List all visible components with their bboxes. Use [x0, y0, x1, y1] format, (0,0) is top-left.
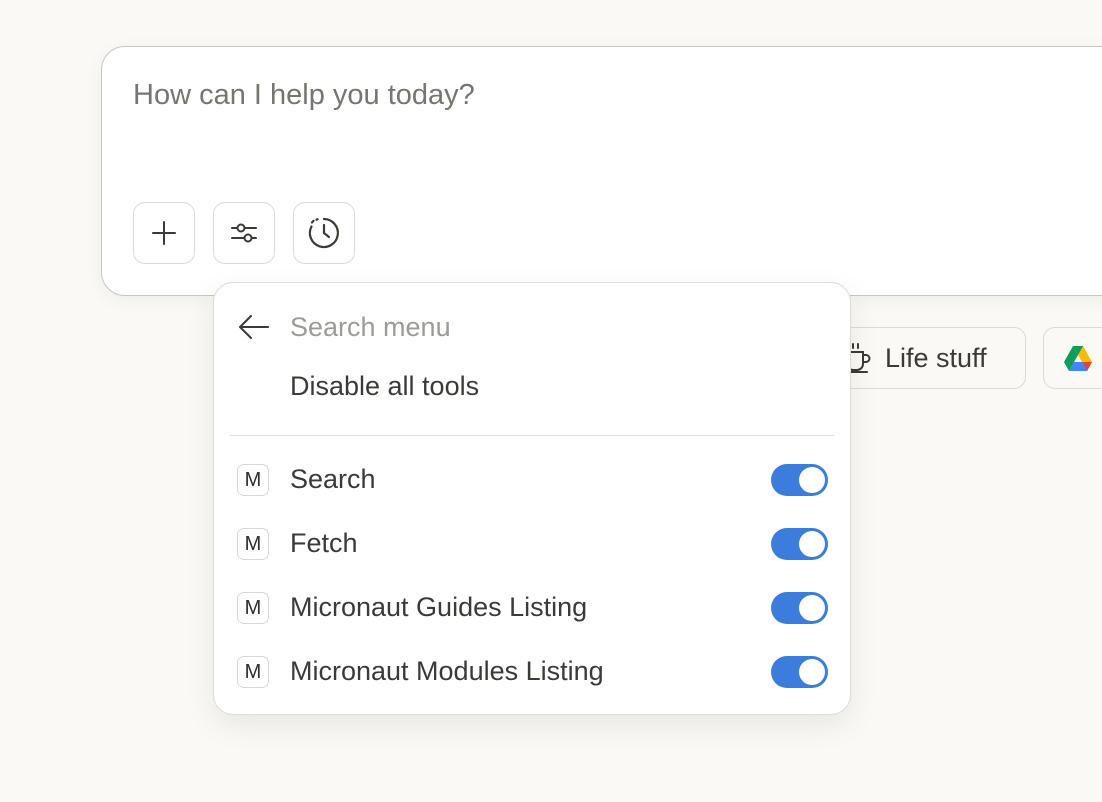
tool-row-micronaut-guides[interactable]: M Micronaut Guides Listing: [214, 580, 850, 636]
mcp-server-badge: M: [237, 592, 269, 624]
tool-toggle-fetch[interactable]: [771, 528, 828, 560]
mcp-server-badge: M: [237, 656, 269, 688]
add-button[interactable]: [133, 202, 195, 264]
plus-icon: [152, 221, 176, 245]
history-clock-icon: [308, 217, 339, 249]
toggle-knob: [799, 595, 825, 621]
tool-name: Fetch: [290, 528, 358, 558]
toggle-knob: [799, 531, 825, 557]
composer-box: [101, 46, 1102, 296]
tools-settings-button[interactable]: [213, 202, 275, 264]
tool-name: Search: [290, 464, 376, 494]
tool-row-micronaut-modules[interactable]: M Micronaut Modules Listing: [214, 644, 850, 700]
tool-toggle-search[interactable]: [771, 464, 828, 496]
tool-row-fetch[interactable]: M Fetch: [214, 516, 850, 572]
disable-all-tools-button[interactable]: Disable all tools: [290, 371, 479, 402]
tools-menu: Disable all tools M Search M Fetch M Mic…: [213, 282, 851, 715]
mcp-server-badge: M: [237, 528, 269, 560]
menu-divider: [230, 435, 834, 436]
page: Life stuff Disable all tools M Search M: [0, 0, 1102, 802]
tool-row-search[interactable]: M Search: [214, 452, 850, 508]
tool-toggle-micronaut-guides[interactable]: [771, 592, 828, 624]
menu-search-input[interactable]: [290, 309, 770, 345]
toggle-knob: [799, 467, 825, 493]
mcp-server-badge: M: [237, 464, 269, 496]
tool-name: Micronaut Guides Listing: [290, 592, 588, 622]
tool-name: Micronaut Modules Listing: [290, 656, 604, 686]
chip-label: Life stuff: [885, 342, 987, 373]
tool-toggle-micronaut-modules[interactable]: [771, 656, 828, 688]
sliders-icon: [231, 223, 257, 243]
menu-search-row: [214, 305, 850, 351]
project-chip-google-drive[interactable]: [1043, 327, 1102, 389]
prompt-input[interactable]: [133, 79, 1033, 112]
toggle-knob: [799, 659, 825, 685]
history-button[interactable]: [293, 202, 355, 264]
back-arrow-icon[interactable]: [238, 314, 270, 340]
google-drive-icon: [1064, 346, 1092, 371]
